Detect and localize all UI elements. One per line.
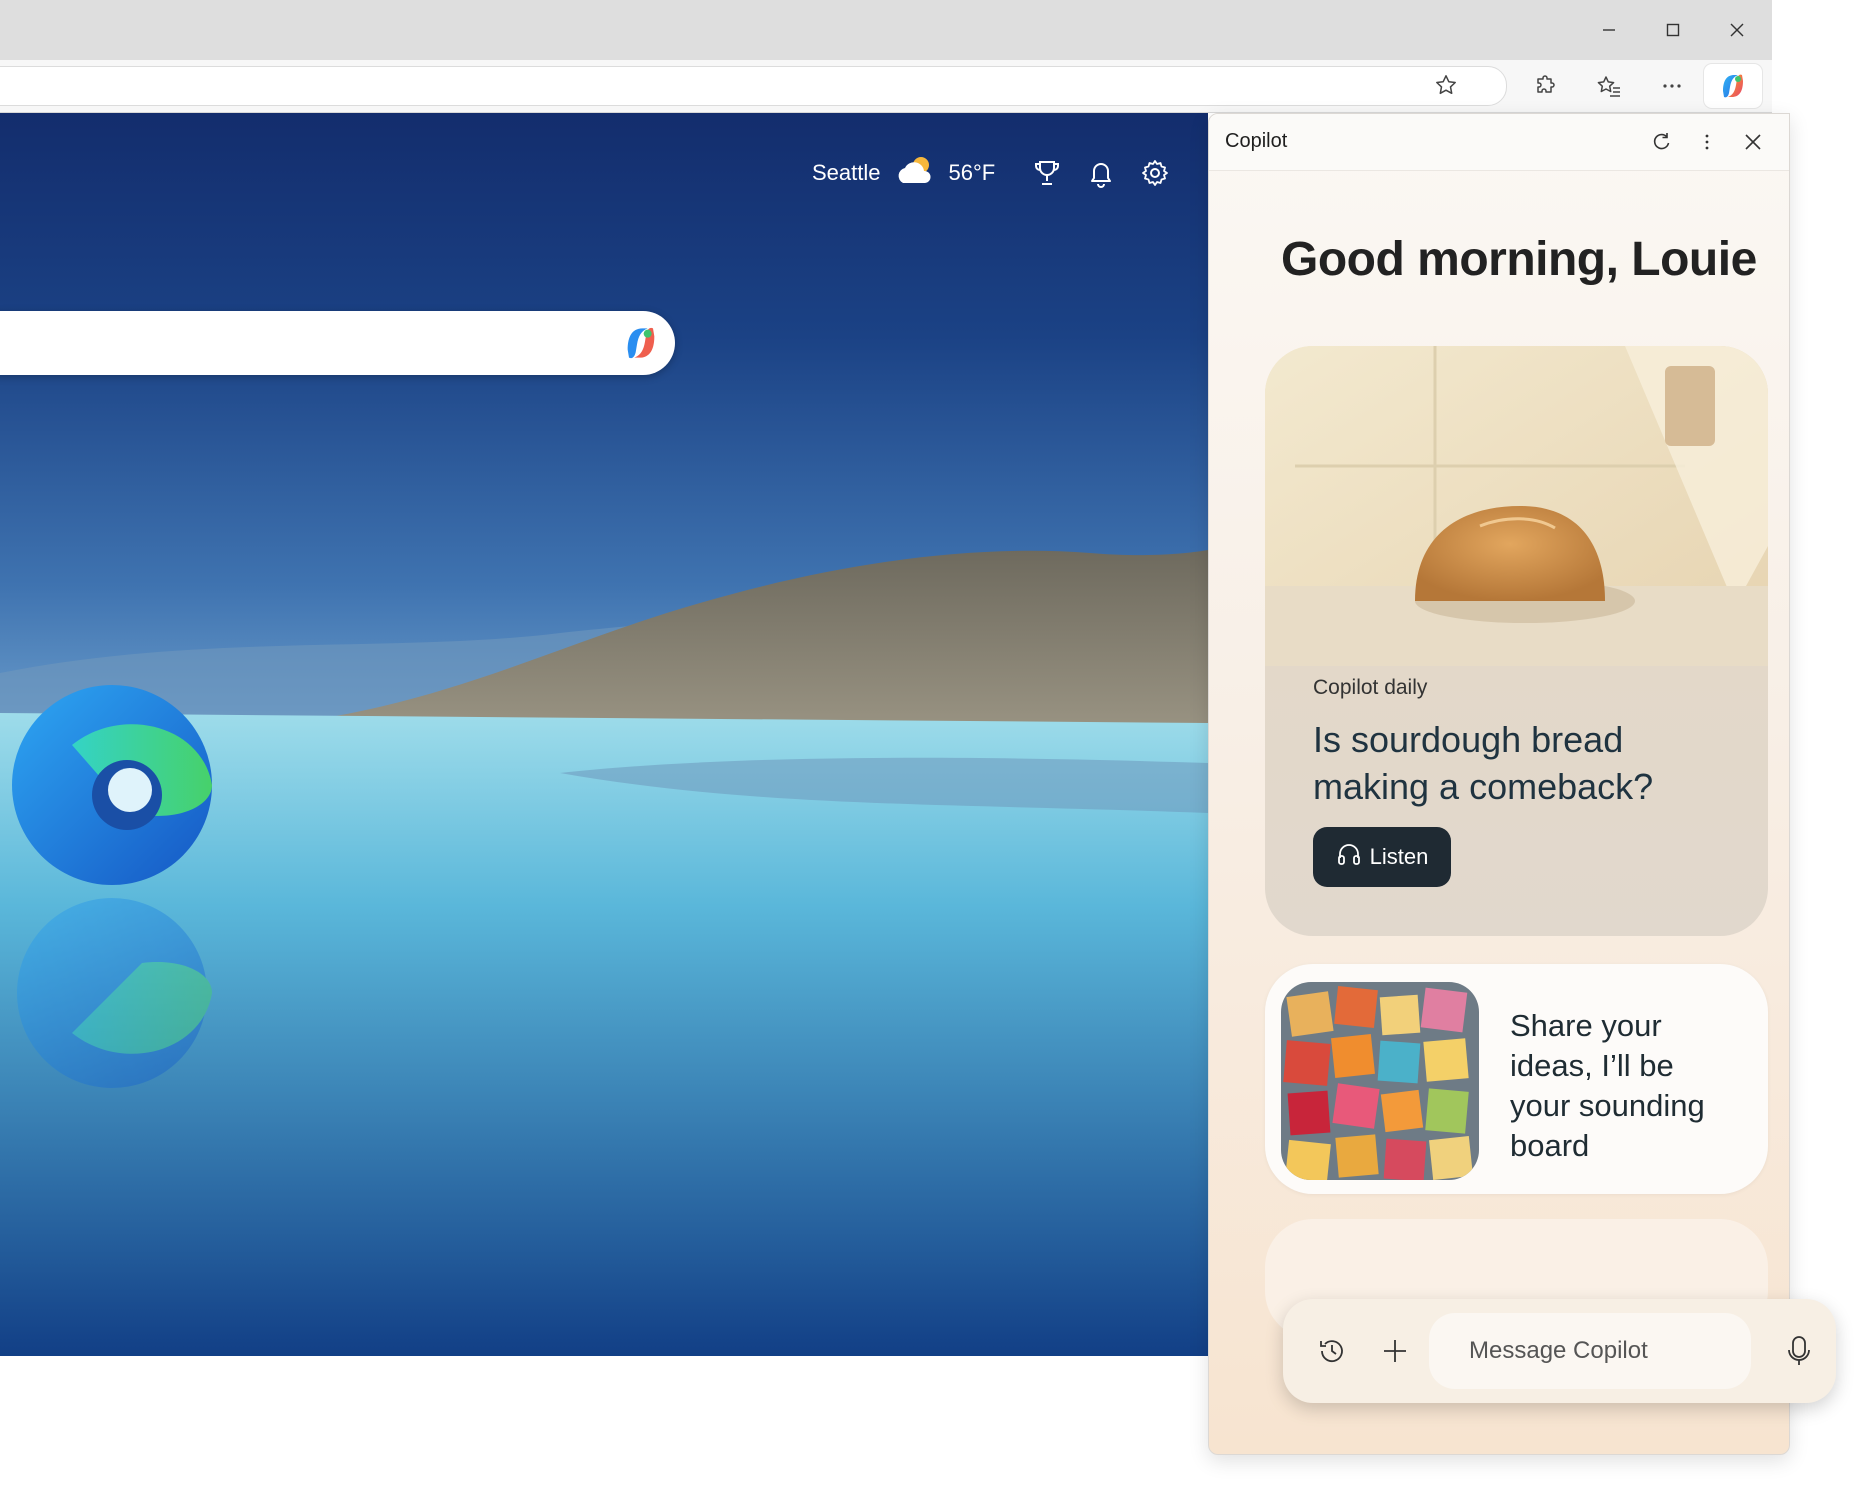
card-headline[interactable]: Is sourdough bread making a comeback? bbox=[1313, 716, 1733, 810]
rewards-trophy-icon[interactable] bbox=[1027, 153, 1067, 193]
message-composer bbox=[1283, 1299, 1836, 1403]
listen-label: Listen bbox=[1369, 844, 1429, 869]
close-icon[interactable] bbox=[1715, 12, 1759, 48]
weather-city[interactable]: Seattle bbox=[812, 160, 881, 186]
message-input[interactable] bbox=[1429, 1313, 1751, 1389]
newtab-topbar: Seattle 56°F bbox=[812, 153, 1175, 193]
landscape-background bbox=[0, 550, 1208, 1356]
address-bar[interactable] bbox=[0, 66, 1507, 106]
plus-icon[interactable] bbox=[1371, 1327, 1419, 1375]
search-copilot-icon[interactable] bbox=[621, 323, 661, 363]
listen-button[interactable]: Listen bbox=[1313, 827, 1451, 887]
microphone-icon[interactable] bbox=[1775, 1327, 1823, 1375]
copilot-header: Copilot bbox=[1209, 114, 1789, 171]
suggestion-text: Share your ideas, I’ll be your sounding … bbox=[1510, 1008, 1705, 1163]
copilot-sidebar: Copilot Good morning, Louie Copilot dail… bbox=[1208, 113, 1790, 1455]
search-bar[interactable] bbox=[0, 311, 675, 375]
extensions-icon[interactable] bbox=[1526, 68, 1566, 104]
notifications-bell-icon[interactable] bbox=[1081, 153, 1121, 193]
sticky-notes-image bbox=[1281, 982, 1479, 1180]
weather-temp[interactable]: 56°F bbox=[949, 160, 996, 186]
greeting-heading: Good morning, Louie bbox=[1281, 233, 1757, 286]
settings-gear-icon[interactable] bbox=[1135, 153, 1175, 193]
new-tab-page: Seattle 56°F bbox=[0, 113, 1208, 1356]
more-vertical-icon[interactable] bbox=[1689, 124, 1725, 160]
maximize-icon[interactable] bbox=[1651, 12, 1695, 48]
suggestion-card[interactable]: Share your ideas, I’ll be your sounding … bbox=[1265, 964, 1768, 1194]
copilot-daily-card[interactable]: Copilot daily Is sourdough bread making … bbox=[1265, 346, 1768, 936]
sourdough-bread-image bbox=[1265, 346, 1768, 666]
history-icon[interactable] bbox=[1308, 1327, 1356, 1375]
browser-toolbar bbox=[0, 60, 1772, 113]
refresh-icon[interactable] bbox=[1643, 124, 1679, 160]
title-bar bbox=[0, 0, 1772, 60]
copilot-title: Copilot bbox=[1225, 130, 1288, 152]
close-icon[interactable] bbox=[1735, 124, 1771, 160]
more-icon[interactable] bbox=[1652, 68, 1692, 104]
minimize-icon[interactable] bbox=[1587, 12, 1631, 48]
favorites-icon[interactable] bbox=[1589, 68, 1629, 104]
copilot-icon[interactable] bbox=[1704, 64, 1762, 108]
edge-logo bbox=[12, 685, 212, 885]
headphones-icon bbox=[1336, 841, 1362, 873]
card-eyebrow: Copilot daily bbox=[1313, 676, 1428, 699]
partly-cloudy-icon bbox=[895, 155, 935, 192]
favorite-star-icon[interactable] bbox=[1426, 67, 1466, 103]
